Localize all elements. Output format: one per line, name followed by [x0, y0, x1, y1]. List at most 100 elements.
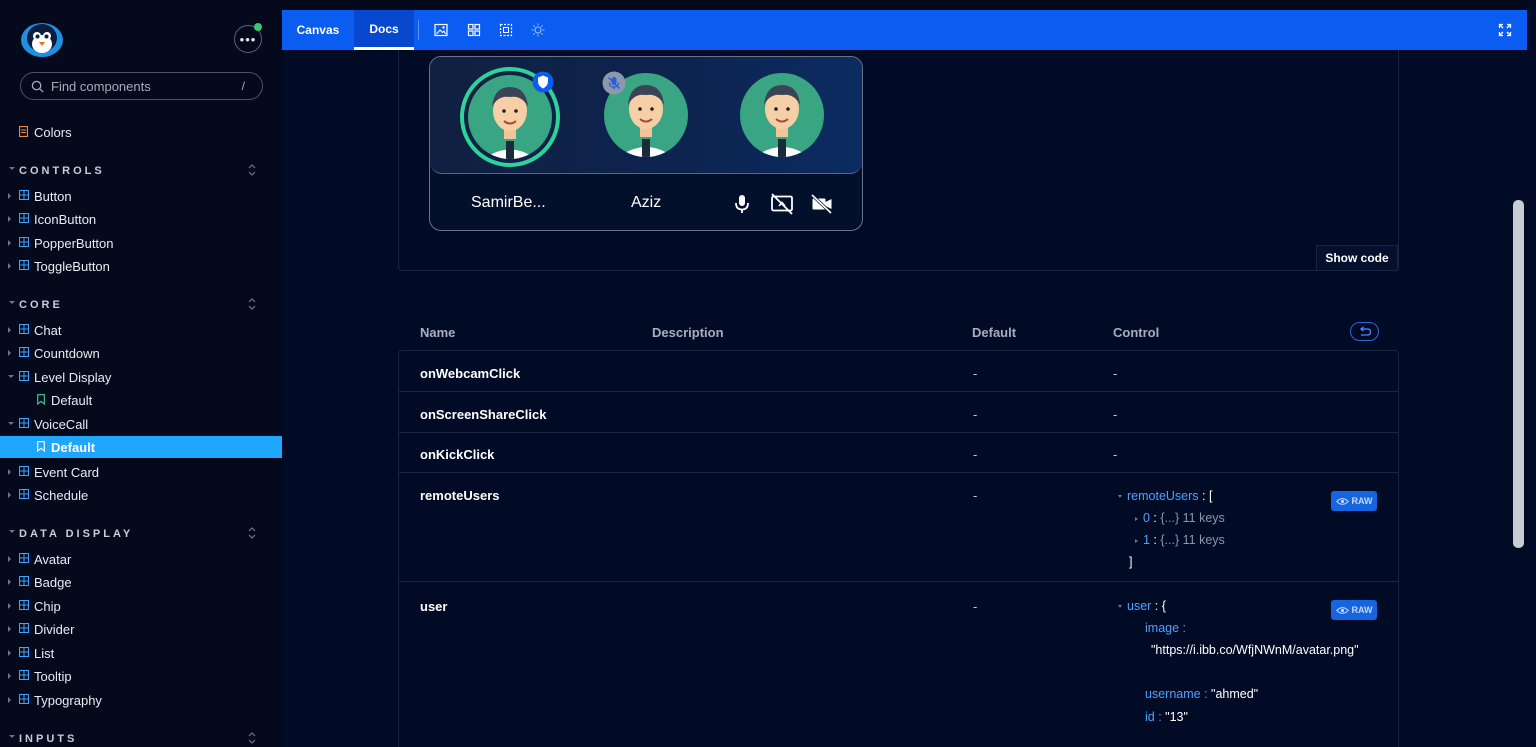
caret-right-icon	[8, 263, 11, 269]
section-inputs[interactable]: INPUTS	[0, 731, 282, 747]
undo-icon	[1359, 326, 1372, 336]
mic-icon[interactable]	[730, 192, 754, 216]
docs-content: SamirBe... Aziz Show code Name Descripti…	[282, 50, 1527, 747]
sidebar-item-avatar[interactable]: Avatar	[0, 548, 282, 570]
json-field[interactable]: id : "13"	[1145, 711, 1188, 724]
raw-button[interactable]: RAW	[1331, 600, 1377, 620]
table-row: remoteUsers - remoteUsers : [ 0 : {...} …	[399, 473, 1398, 582]
raw-button[interactable]: RAW	[1331, 491, 1377, 511]
grid-icon[interactable]	[467, 23, 481, 37]
expand-collapse-icon[interactable]	[247, 163, 257, 177]
sidebar-item-button[interactable]: Button	[0, 185, 282, 207]
component-icon	[19, 324, 29, 334]
webcam-off-icon[interactable]	[810, 192, 834, 216]
caret-right-icon	[8, 350, 11, 356]
table-row: onWebcamClick - -	[399, 351, 1398, 392]
user-avatar[interactable]	[740, 73, 824, 157]
sidebar-item-badge[interactable]: Badge	[0, 571, 282, 593]
image-icon[interactable]	[434, 23, 448, 37]
component-icon	[19, 237, 29, 247]
json-key: image :	[1145, 621, 1186, 635]
search-input[interactable]	[51, 78, 231, 94]
section-core[interactable]: CORE	[0, 297, 282, 313]
sidebar-item-event-card[interactable]: Event Card	[0, 461, 282, 483]
sidebar-item-list[interactable]: List	[0, 642, 282, 664]
scroll-track	[1527, 0, 1536, 747]
json-tree-user[interactable]: user : {	[1118, 600, 1166, 613]
json-node[interactable]: 1 : {...} 11 keys	[1135, 534, 1225, 547]
section-controls[interactable]: CONTROLS	[0, 163, 282, 179]
expand-collapse-icon[interactable]	[247, 526, 257, 540]
caret-right-icon	[8, 673, 11, 679]
component-icon	[19, 466, 29, 476]
sidebar-item-tooltip[interactable]: Tooltip	[0, 665, 282, 687]
component-icon	[19, 623, 29, 633]
shield-icon	[532, 71, 554, 93]
component-icon	[19, 489, 29, 499]
json-node[interactable]: 0 : {...} 11 keys	[1135, 512, 1225, 525]
sidebar-item-iconbutton[interactable]: IconButton	[0, 208, 282, 230]
sidebar-item-level-display-default[interactable]: Default	[0, 389, 282, 411]
column-header-description: Description	[652, 325, 724, 340]
sidebar-item-typography[interactable]: Typography	[0, 689, 282, 711]
json-value[interactable]: "https://i.ibb.co/WfjNWnM/avatar.png"	[1151, 644, 1359, 657]
json-tree-remoteusers[interactable]: remoteUsers : [	[1118, 490, 1212, 503]
json-field[interactable]: username : "ahmed"	[1145, 688, 1258, 701]
search-field[interactable]: /	[20, 72, 263, 100]
sidebar-item-divider[interactable]: Divider	[0, 618, 282, 640]
sidebar-item-chat[interactable]: Chat	[0, 319, 282, 341]
eye-icon	[1335, 606, 1349, 614]
caret-right-icon	[8, 240, 11, 246]
sidebar-item-voicecall-default[interactable]: Default	[0, 436, 282, 458]
sidebar-item-label: Colors	[34, 124, 72, 140]
outline-icon[interactable]	[499, 23, 513, 37]
caret-right-icon	[8, 216, 11, 222]
ellipsis-icon: •••	[239, 31, 257, 47]
component-icon	[19, 600, 29, 610]
user-name: Aziz	[631, 194, 662, 211]
sidebar-item-countdown[interactable]: Countdown	[0, 342, 282, 364]
search-icon	[31, 80, 44, 93]
caret-right-icon	[8, 603, 11, 609]
user-name: SamirBe...	[471, 194, 546, 211]
caret-down-icon	[1118, 605, 1122, 609]
caret-right-icon	[8, 492, 11, 498]
background-icon[interactable]	[531, 23, 545, 37]
main-panel: Canvas Docs SamirBe... Aziz Show code Na…	[282, 10, 1527, 747]
sidebar-item-level-display[interactable]: Level Display	[0, 366, 282, 388]
component-icon	[19, 576, 29, 586]
sidebar-item-colors[interactable]: Colors	[0, 121, 282, 143]
sidebar-item-schedule[interactable]: Schedule	[0, 484, 282, 506]
scrollbar-thumb[interactable]	[1513, 200, 1524, 548]
expand-collapse-icon[interactable]	[247, 297, 257, 311]
json-close-bracket: ]	[1129, 555, 1133, 569]
caret-right-icon	[1135, 516, 1138, 521]
sidebar-item-voicecall[interactable]: VoiceCall	[0, 413, 282, 435]
show-code-button[interactable]: Show code	[1316, 245, 1398, 271]
tab-docs[interactable]: Docs	[354, 10, 414, 50]
component-icon	[19, 347, 29, 357]
penguin-logo-icon[interactable]	[20, 18, 64, 58]
section-data-display[interactable]: DATA DISPLAY	[0, 526, 282, 542]
caret-right-icon	[8, 626, 11, 632]
fullscreen-icon[interactable]	[1498, 23, 1512, 37]
column-header-control: Control	[1113, 325, 1160, 340]
caret-down-icon	[9, 530, 15, 533]
sidebar-item-togglebutton[interactable]: ToggleButton	[0, 255, 282, 277]
expand-collapse-icon[interactable]	[247, 731, 257, 745]
caret-right-icon	[8, 469, 11, 475]
component-icon	[19, 553, 29, 563]
props-table: onWebcamClick - - onScreenShareClick - -…	[398, 350, 1399, 747]
toolbar-divider	[418, 20, 419, 40]
reset-controls-button[interactable]	[1350, 322, 1379, 341]
sidebar-item-popperbutton[interactable]: PopperButton	[0, 232, 282, 254]
caret-down-icon	[1118, 495, 1122, 499]
table-row: user - user : { image : "https://i.ibb.c…	[399, 582, 1398, 747]
caret-right-icon	[8, 579, 11, 585]
table-row: onKickClick - -	[399, 433, 1398, 473]
search-shortcut: /	[241, 79, 245, 93]
sidebar-item-chip[interactable]: Chip	[0, 595, 282, 617]
screen-share-off-icon[interactable]	[770, 192, 794, 216]
tab-canvas[interactable]: Canvas	[282, 10, 354, 50]
caret-right-icon	[8, 697, 11, 703]
